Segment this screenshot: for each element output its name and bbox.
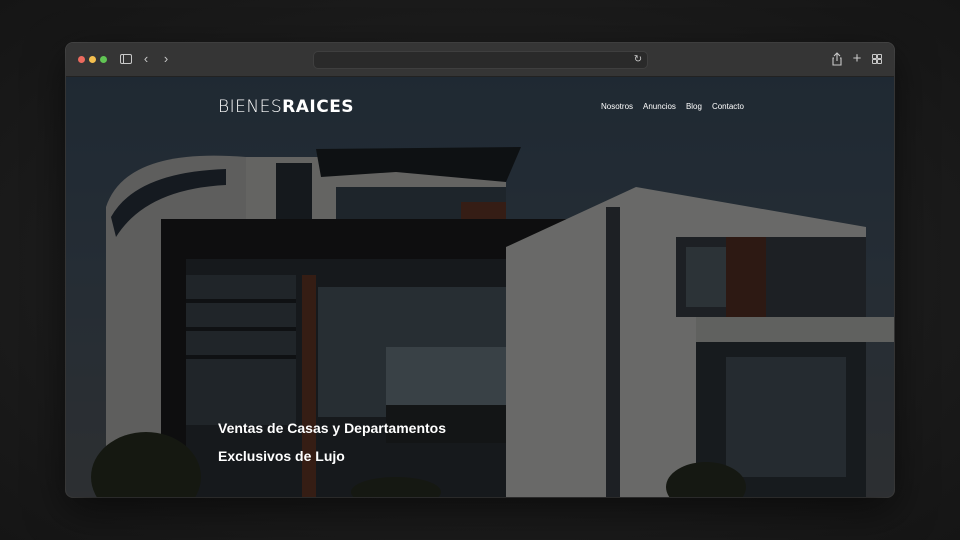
- page-viewport: BIENESRAICES Nosotros Anuncios Blog Cont…: [66, 77, 894, 497]
- reload-icon[interactable]: ↻: [633, 52, 643, 68]
- nav-link-anuncios[interactable]: Anuncios: [643, 102, 676, 111]
- share-icon[interactable]: [831, 51, 843, 67]
- zoom-window-button[interactable]: [100, 56, 107, 63]
- hero-headline: Ventas de Casas y Departamentos Exclusiv…: [218, 414, 446, 470]
- minimize-window-button[interactable]: [89, 56, 96, 63]
- address-bar[interactable]: ↻: [313, 51, 648, 69]
- main-navigation: Nosotros Anuncios Blog Contacto: [601, 102, 744, 111]
- new-tab-icon[interactable]: +: [851, 51, 863, 67]
- nav-link-nosotros[interactable]: Nosotros: [601, 102, 633, 111]
- nav-link-contacto[interactable]: Contacto: [712, 102, 744, 111]
- nav-link-blog[interactable]: Blog: [686, 102, 702, 111]
- forward-icon[interactable]: ›: [160, 51, 172, 67]
- site-logo[interactable]: BIENESRAICES: [218, 96, 354, 118]
- hero-headline-line-1: Ventas de Casas y Departamentos: [218, 420, 446, 436]
- logo-light-text: BIENES: [218, 97, 283, 117]
- sidebar-icon[interactable]: [120, 51, 132, 67]
- hero-headline-line-2: Exclusivos de Lujo: [218, 448, 345, 464]
- tab-overview-icon[interactable]: [871, 51, 883, 67]
- back-icon[interactable]: ‹: [140, 51, 152, 67]
- logo-bold-text: RAICES: [282, 97, 355, 117]
- browser-toolbar: ‹ › ↻ +: [66, 43, 894, 77]
- hero-overlay: [66, 77, 894, 497]
- browser-window: ‹ › ↻ + BIENESRAICES Nosotros Anuncios B…: [66, 43, 894, 497]
- close-window-button[interactable]: [78, 56, 85, 63]
